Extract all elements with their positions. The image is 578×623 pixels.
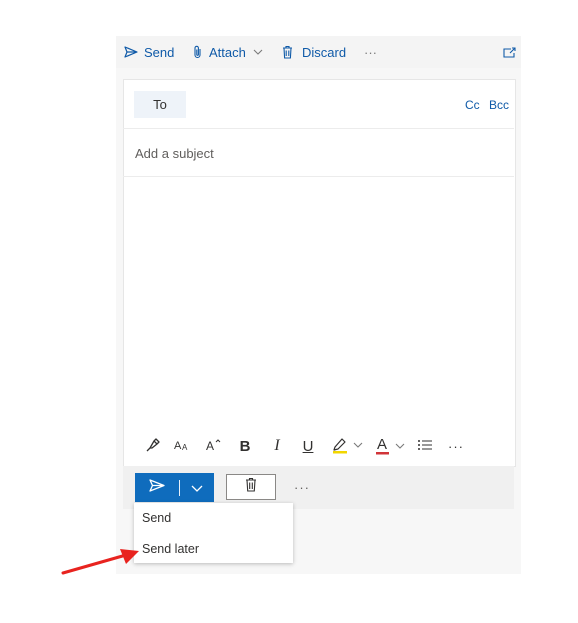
underline-button[interactable]: U — [300, 437, 316, 455]
highlight-icon — [331, 436, 365, 457]
send-button[interactable] — [135, 473, 179, 502]
svg-text:A: A — [206, 439, 214, 452]
annotation-arrow — [61, 549, 139, 575]
compose-toolbar: Send Attach Discard ··· — [116, 36, 521, 68]
toolbar-attach-button[interactable]: Attach — [193, 36, 269, 68]
toolbar-more-label: ··· — [364, 44, 377, 60]
cc-button[interactable]: Cc — [465, 98, 480, 112]
toolbar-send-label: Send — [144, 44, 175, 60]
format-painter-icon — [145, 437, 161, 456]
bullets-icon — [417, 438, 433, 454]
svg-text:A: A — [182, 443, 188, 452]
to-button[interactable]: To — [134, 91, 186, 118]
font-size-button[interactable]: AA — [173, 437, 191, 455]
svg-text:A: A — [174, 440, 182, 452]
popout-icon — [503, 46, 516, 58]
toolbar-more-button[interactable]: ··· — [364, 36, 377, 68]
bcc-button[interactable]: Bcc — [489, 98, 509, 112]
menu-item-send-later[interactable]: Send later — [142, 542, 199, 556]
send-icon — [124, 46, 138, 58]
italic-button[interactable]: I — [269, 437, 285, 455]
menu-item-send[interactable]: Send — [142, 511, 171, 525]
trash-icon — [282, 45, 293, 59]
send-split-button[interactable] — [135, 473, 214, 502]
toolbar-send-button[interactable]: Send — [124, 36, 174, 68]
format-painter-button[interactable] — [144, 437, 162, 455]
highlight-button[interactable] — [331, 437, 365, 455]
format-more-button[interactable]: ··· — [447, 437, 465, 455]
send-split-divider — [179, 479, 180, 496]
paperclip-icon — [193, 45, 203, 59]
grow-font-icon: A — [206, 438, 222, 455]
send-options-button[interactable] — [180, 473, 214, 502]
send-options-menu: Send Send later — [134, 503, 293, 563]
font-size-icon: AA — [174, 438, 190, 455]
message-body-editor[interactable] — [124, 178, 513, 423]
font-color-icon: A — [375, 436, 409, 455]
bullets-button[interactable] — [416, 437, 434, 455]
subject-field[interactable]: Add a subject — [135, 146, 214, 161]
grow-font-button[interactable]: A — [205, 437, 223, 455]
toolbar-attach-label: Attach — [209, 44, 246, 60]
discard-button[interactable] — [226, 474, 276, 500]
divider — [123, 176, 514, 177]
bold-button[interactable]: B — [237, 437, 253, 455]
popout-button[interactable] — [503, 36, 522, 68]
actions-more-button[interactable]: ··· — [294, 480, 310, 495]
chevron-down-icon[interactable] — [253, 49, 263, 55]
toolbar-discard-button[interactable]: Discard — [282, 36, 346, 68]
divider — [123, 128, 514, 129]
toolbar-discard-label: Discard — [302, 44, 347, 60]
trash-icon — [245, 477, 257, 497]
chevron-down-icon — [191, 479, 203, 497]
send-icon — [149, 478, 165, 497]
font-color-button[interactable]: A — [375, 436, 409, 455]
